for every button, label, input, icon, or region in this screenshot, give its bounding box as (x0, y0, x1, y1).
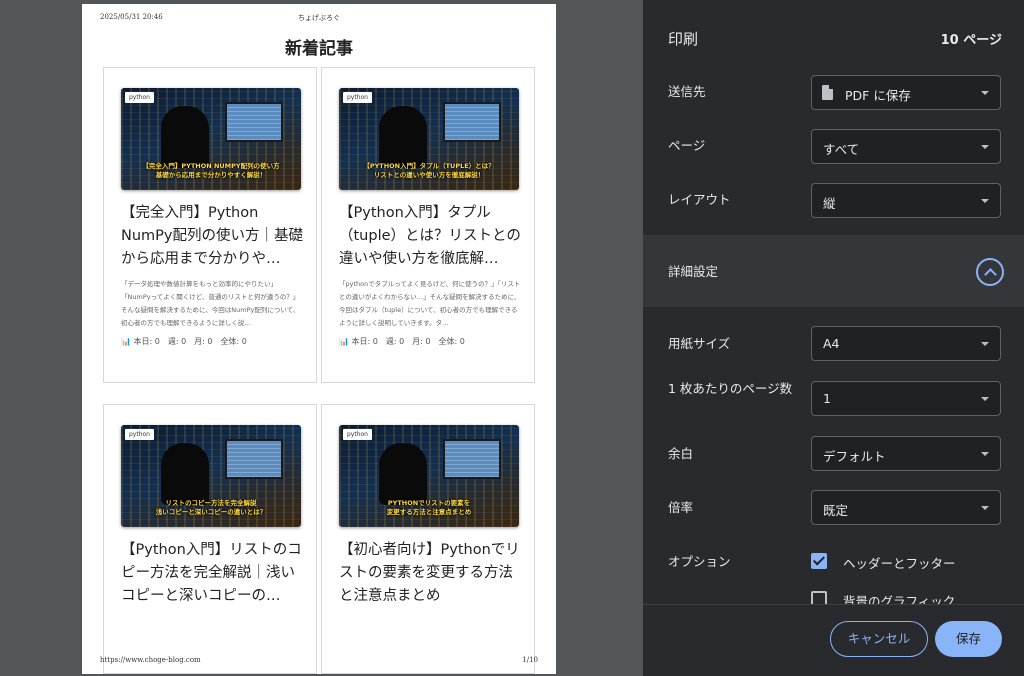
category-tag: python (343, 429, 372, 440)
document-icon (822, 85, 833, 100)
article-title: 【完全入門】Python NumPy配列の使い方｜基礎から応用まで分かりや… (121, 205, 303, 267)
article-card: python PYTHONでリストの要素を 変更する方法と注意点まとめ 【初心者… (321, 404, 535, 674)
paper-size-value: A4 (823, 336, 840, 351)
margins-value: デフォルト (823, 449, 886, 464)
destination-label: 送信先 (668, 84, 706, 99)
destination-select[interactable]: PDF に保存 (811, 75, 1001, 110)
article-title: 【Python入門】タプル（tuple）とは？リストとの違いや使い方を徹底解… (339, 205, 521, 267)
scale-label: 倍率 (668, 500, 694, 515)
thumbnail-banner: リストのコピー方法を完全解説 浅いコピーと深いコピーの違いとは？ (155, 499, 267, 516)
page-footer-url: https://www.choge-blog.com (100, 656, 201, 664)
print-settings-panel: 印刷 10 ページ 送信先 PDF に保存 ページ すべて レイアウト 縦 詳細… (643, 0, 1024, 676)
article-card: python 【PYTHON入門】タプル（TUPLE）とは？ リストとの違いや使… (321, 67, 535, 383)
chevron-down-icon (981, 145, 989, 149)
layout-value: 縦 (823, 196, 836, 211)
article-card: python 【完全入門】PYTHON NUMPY配列の使い方 基礎から応用まで… (103, 67, 317, 383)
print-preview-area: 2025/05/31 20:46 ちょげぶろぐ 新着記事 python 【完全入… (0, 0, 643, 676)
page-footer-number: 1/10 (522, 656, 538, 664)
pages-per-sheet-label: 1 枚あたりのページ数 (668, 381, 793, 396)
preview-page: 2025/05/31 20:46 ちょげぶろぐ 新着記事 python 【完全入… (82, 4, 556, 674)
thumbnail-banner: 【完全入門】PYTHON NUMPY配列の使い方 基礎から応用まで分かりやすく解… (142, 162, 280, 179)
article-thumbnail: python リストのコピー方法を完全解説 浅いコピーと深いコピーの違いとは？ (121, 425, 301, 527)
article-stats: 📊 本日: 0 週: 0 月: 0 全体: 0 (339, 337, 465, 346)
headers-footers-checkbox[interactable] (811, 553, 827, 569)
article-card: python リストのコピー方法を完全解説 浅いコピーと深いコピーの違いとは？ … (103, 404, 317, 674)
chevron-down-icon (981, 452, 989, 456)
article-stats: 📊 本日: 0 週: 0 月: 0 全体: 0 (121, 337, 247, 346)
layout-select[interactable]: 縦 (811, 183, 1001, 218)
options-label: オプション (668, 554, 731, 569)
article-thumbnail: python 【PYTHON入門】タプル（TUPLE）とは？ リストとの違いや使… (339, 88, 519, 190)
article-title: 【初心者向け】Pythonでリストの要素を変更する方法と注意点まとめ (339, 542, 520, 604)
pages-select[interactable]: すべて (811, 129, 1001, 164)
category-tag: python (125, 429, 154, 440)
headers-footers-label[interactable]: ヘッダーとフッター (843, 553, 956, 572)
chevron-down-icon (981, 342, 989, 346)
margins-label: 余白 (668, 446, 694, 461)
chevron-down-icon (981, 506, 989, 510)
category-tag: python (125, 92, 154, 103)
scale-value: 既定 (823, 503, 849, 518)
chevron-down-icon (981, 397, 989, 401)
destination-value: PDF に保存 (845, 88, 911, 103)
article-thumbnail: python 【完全入門】PYTHON NUMPY配列の使い方 基礎から応用まで… (121, 88, 301, 190)
chevron-down-icon (981, 91, 989, 95)
article-thumbnail: python PYTHONでリストの要素を 変更する方法と注意点まとめ (339, 425, 519, 527)
sheet-count: 10 ページ (940, 33, 1002, 48)
pages-per-sheet-value: 1 (823, 391, 831, 406)
paper-size-label: 用紙サイズ (668, 336, 731, 351)
dialog-footer: キャンセル 保存 (643, 604, 1024, 676)
category-tag: python (343, 92, 372, 103)
paper-size-select[interactable]: A4 (811, 326, 1001, 361)
section-title: 新着記事 (285, 39, 353, 59)
scale-select[interactable]: 既定 (811, 490, 1001, 525)
article-excerpt: 「データ処理や数値計算をもっと効率的にやりたい」「NumPyってよく聞くけど、普… (121, 280, 300, 327)
more-settings-label: 詳細設定 (668, 264, 719, 279)
article-title: 【Python入門】リストのコピー方法を完全解説｜浅いコピーと深いコピーの… (121, 542, 302, 604)
margins-select[interactable]: デフォルト (811, 436, 1001, 471)
article-excerpt: 「pythonでタプルってよく見るけど、何に使うの？」「リストとの違いがよくわか… (339, 280, 521, 327)
pages-value: すべて (823, 142, 860, 157)
more-settings-section[interactable]: 詳細設定 (643, 235, 1024, 307)
layout-label: レイアウト (668, 192, 731, 207)
pages-per-sheet-select[interactable]: 1 (811, 381, 1001, 416)
pages-label: ページ (668, 138, 706, 153)
thumbnail-banner: PYTHONでリストの要素を 変更する方法と注意点まとめ (386, 499, 472, 516)
chevron-down-icon (981, 199, 989, 203)
thumbnail-banner: 【PYTHON入門】タプル（TUPLE）とは？ リストとの違いや使い方を徹底解説… (363, 162, 495, 179)
save-button[interactable]: 保存 (935, 621, 1002, 657)
page-header-site: ちょげぶろぐ (298, 14, 340, 22)
panel-title: 印刷 (668, 30, 699, 48)
cancel-button[interactable]: キャンセル (830, 621, 928, 657)
chevron-up-icon[interactable] (976, 258, 1004, 286)
